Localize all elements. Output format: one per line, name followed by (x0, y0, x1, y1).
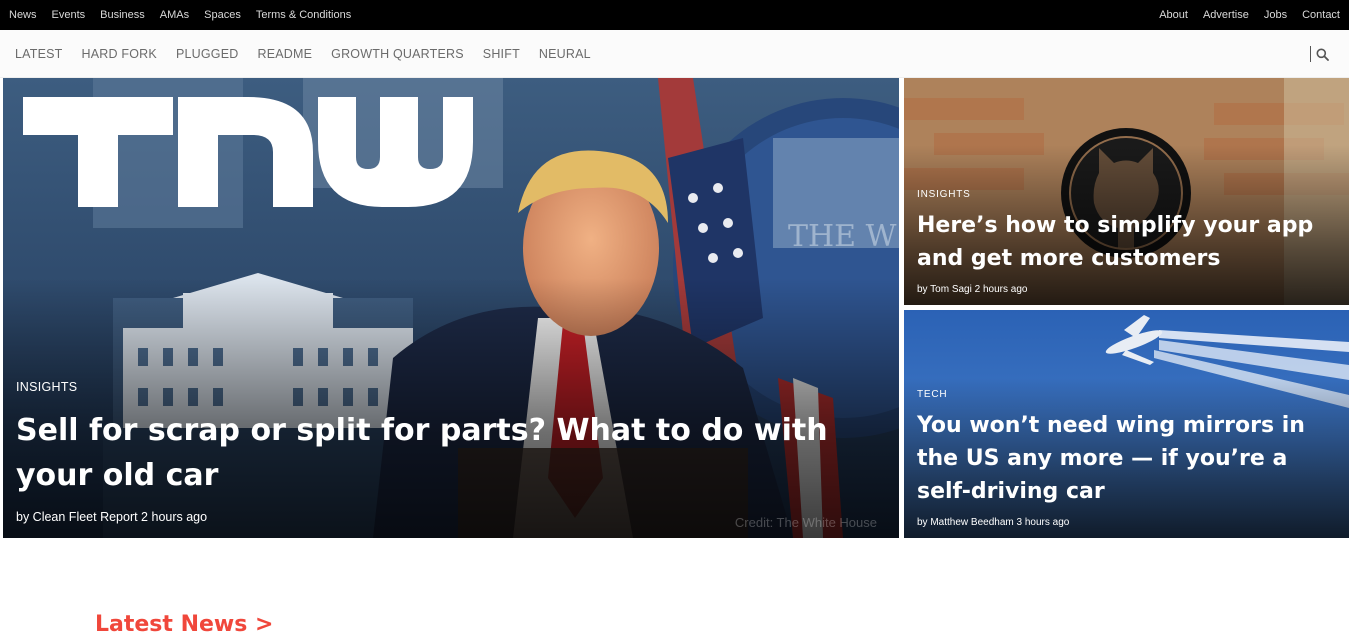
side-story-headline-1[interactable]: Here’s how to simplify your app and get … (917, 209, 1339, 275)
section-nav: LATEST HARD FORK PLUGGED README GROWTH Q… (0, 30, 1349, 78)
side-story-card-2[interactable]: TECH You won’t need wing mirrors in the … (904, 310, 1349, 538)
section-nav-latest[interactable]: LATEST (15, 47, 63, 61)
topbar-link-news[interactable]: News (9, 9, 37, 21)
side-story-text-1: INSIGHTS Here’s how to simplify your app… (917, 189, 1339, 295)
hero-headline[interactable]: Sell for scrap or split for parts? What … (16, 408, 869, 498)
svg-text:THE W: THE W (788, 219, 897, 254)
section-nav-readme[interactable]: README (257, 47, 312, 61)
section-nav-plugged[interactable]: PLUGGED (176, 47, 239, 61)
hero-category[interactable]: INSIGHTS (16, 380, 869, 394)
topbar-link-contact[interactable]: Contact (1302, 9, 1340, 21)
section-nav-shift[interactable]: SHIFT (483, 47, 520, 61)
top-bar-right-links: About Advertise Jobs Contact (1144, 9, 1340, 21)
topbar-link-business[interactable]: Business (100, 9, 145, 21)
side-story-byline-2: by Matthew Beedham 3 hours ago (917, 517, 1070, 528)
topbar-link-events[interactable]: Events (52, 9, 86, 21)
section-nav-hard-fork[interactable]: HARD FORK (82, 47, 157, 61)
tnw-logo (23, 97, 473, 207)
search-button[interactable] (1310, 45, 1329, 63)
side-story-byline-1: by Tom Sagi 2 hours ago (917, 284, 1028, 295)
topbar-link-spaces[interactable]: Spaces (204, 9, 241, 21)
search-divider (1310, 46, 1311, 62)
side-story-category-2[interactable]: TECH (917, 389, 1339, 400)
side-story-headline-2[interactable]: You won’t need wing mirrors in the US an… (917, 409, 1339, 508)
hero-story-card[interactable]: THE W Credit: The White House INSIGHTS S… (3, 78, 899, 538)
section-nav-neural[interactable]: NEURAL (539, 47, 591, 61)
hero-text: INSIGHTS Sell for scrap or split for par… (16, 380, 869, 524)
side-story-category-1[interactable]: INSIGHTS (917, 189, 1339, 200)
topbar-link-amas[interactable]: AMAs (160, 9, 189, 21)
hero-byline: by Clean Fleet Report 2 hours ago (16, 510, 208, 524)
topbar-link-jobs[interactable]: Jobs (1264, 9, 1287, 21)
topbar-link-advertise[interactable]: Advertise (1203, 9, 1249, 21)
top-bar-left-links: News Events Business AMAs Spaces Terms &… (9, 9, 366, 21)
latest-news-link[interactable]: Latest News > (95, 612, 273, 637)
topbar-link-terms[interactable]: Terms & Conditions (256, 9, 351, 21)
side-story-text-2: TECH You won’t need wing mirrors in the … (917, 389, 1339, 528)
search-icon (1316, 48, 1329, 61)
side-story-card-1[interactable]: INSIGHTS Here’s how to simplify your app… (904, 78, 1349, 305)
top-bar: News Events Business AMAs Spaces Terms &… (0, 0, 1349, 30)
topbar-link-about[interactable]: About (1159, 9, 1188, 21)
section-nav-growth-quarters[interactable]: GROWTH QUARTERS (331, 47, 464, 61)
